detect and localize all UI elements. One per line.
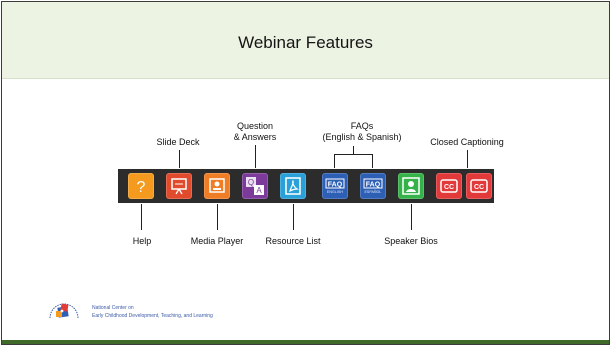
help-glyph: ? bbox=[137, 179, 146, 196]
faq-spanish-sub: ESPAÑOL bbox=[364, 190, 382, 194]
callout-slide-deck: Slide Deck bbox=[156, 137, 200, 147]
callout-speaker-bios: Speaker Bios bbox=[384, 236, 438, 246]
closed-captioning-icon[interactable]: CC bbox=[466, 173, 492, 199]
callout-closed-captioning: Closed Captioning bbox=[430, 137, 504, 147]
faq-spanish-label: FAQ bbox=[366, 182, 381, 189]
org-name-line2: Early Childhood Development, Teaching, a… bbox=[92, 313, 213, 319]
slide-deck-icon[interactable] bbox=[166, 173, 192, 199]
resource-list-glyph bbox=[285, 177, 301, 195]
media-player-icon[interactable] bbox=[204, 173, 230, 199]
slide-header: Webinar Features bbox=[2, 2, 609, 79]
faq-spanish-icon[interactable]: FAQ ESPAÑOL bbox=[360, 173, 386, 199]
faq-english-glyph: FAQ bbox=[325, 178, 345, 189]
callout-qa-line2: & Answers bbox=[233, 132, 277, 142]
callout-line-help bbox=[141, 204, 142, 230]
callout-qa-line1: Question bbox=[236, 121, 274, 131]
callout-faqs-line1: FAQs bbox=[350, 121, 374, 131]
faq-spanish-glyph: FAQ bbox=[363, 178, 383, 189]
callout-help: Help bbox=[132, 236, 152, 246]
webinar-toolbar: ? Q A FAQ ENGLISH FAQ ESPAÑOL CC CC bbox=[118, 169, 494, 203]
closed-captioning-label: CC bbox=[444, 184, 454, 191]
speaker-bios-icon[interactable] bbox=[398, 173, 424, 199]
faq-english-sub: ENGLISH bbox=[326, 190, 344, 194]
bottom-accent-bar bbox=[2, 340, 609, 344]
callout-faqs: FAQs (English & Spanish) bbox=[310, 121, 414, 143]
callout-line-resource-list bbox=[293, 204, 294, 230]
faq-english-icon[interactable]: FAQ ENGLISH bbox=[322, 173, 348, 199]
callout-faqs-line2: (English & Spanish) bbox=[322, 132, 402, 142]
callout-line-qa bbox=[255, 145, 256, 168]
org-name-line1: National Center on bbox=[92, 305, 134, 311]
media-player-glyph bbox=[209, 178, 225, 193]
speaker-bios-glyph bbox=[402, 177, 420, 195]
help-icon[interactable]: ? bbox=[128, 173, 154, 199]
callout-qa: Question & Answers bbox=[223, 121, 287, 143]
qa-glyph-q: Q bbox=[248, 178, 254, 187]
resource-list-icon[interactable] bbox=[280, 173, 306, 199]
closed-captioning-icon[interactable]: CC bbox=[436, 173, 462, 199]
qa-glyph: Q A bbox=[246, 177, 264, 195]
faq-english-label: FAQ bbox=[328, 182, 343, 189]
org-seal-icon bbox=[49, 303, 79, 319]
slide: Webinar Features Slide Deck Question & A… bbox=[1, 1, 610, 345]
callout-bracket-faqs bbox=[334, 154, 372, 155]
closed-captioning-glyph: CC bbox=[440, 179, 458, 193]
callout-line-closed-captioning bbox=[467, 150, 468, 168]
qa-glyph-a: A bbox=[256, 186, 262, 195]
callout-line-slide-deck bbox=[179, 150, 180, 168]
slide-title: Webinar Features bbox=[238, 33, 373, 52]
closed-captioning-label: CC bbox=[474, 184, 484, 191]
qa-icon[interactable]: Q A bbox=[242, 173, 268, 199]
closed-captioning-glyph: CC bbox=[470, 179, 488, 193]
callout-line-faq-spanish bbox=[372, 154, 373, 168]
org-logo bbox=[46, 298, 82, 324]
callout-resource-list: Resource List bbox=[265, 236, 321, 246]
slide-deck-glyph bbox=[171, 178, 187, 195]
callout-line-media-player bbox=[217, 204, 218, 230]
callout-line-faqs-top bbox=[353, 146, 354, 154]
callout-line-faq-english bbox=[334, 154, 335, 168]
callout-media-player: Media Player bbox=[190, 236, 244, 246]
help-glyph-text: ? bbox=[137, 179, 146, 196]
callout-line-speaker-bios bbox=[411, 204, 412, 230]
